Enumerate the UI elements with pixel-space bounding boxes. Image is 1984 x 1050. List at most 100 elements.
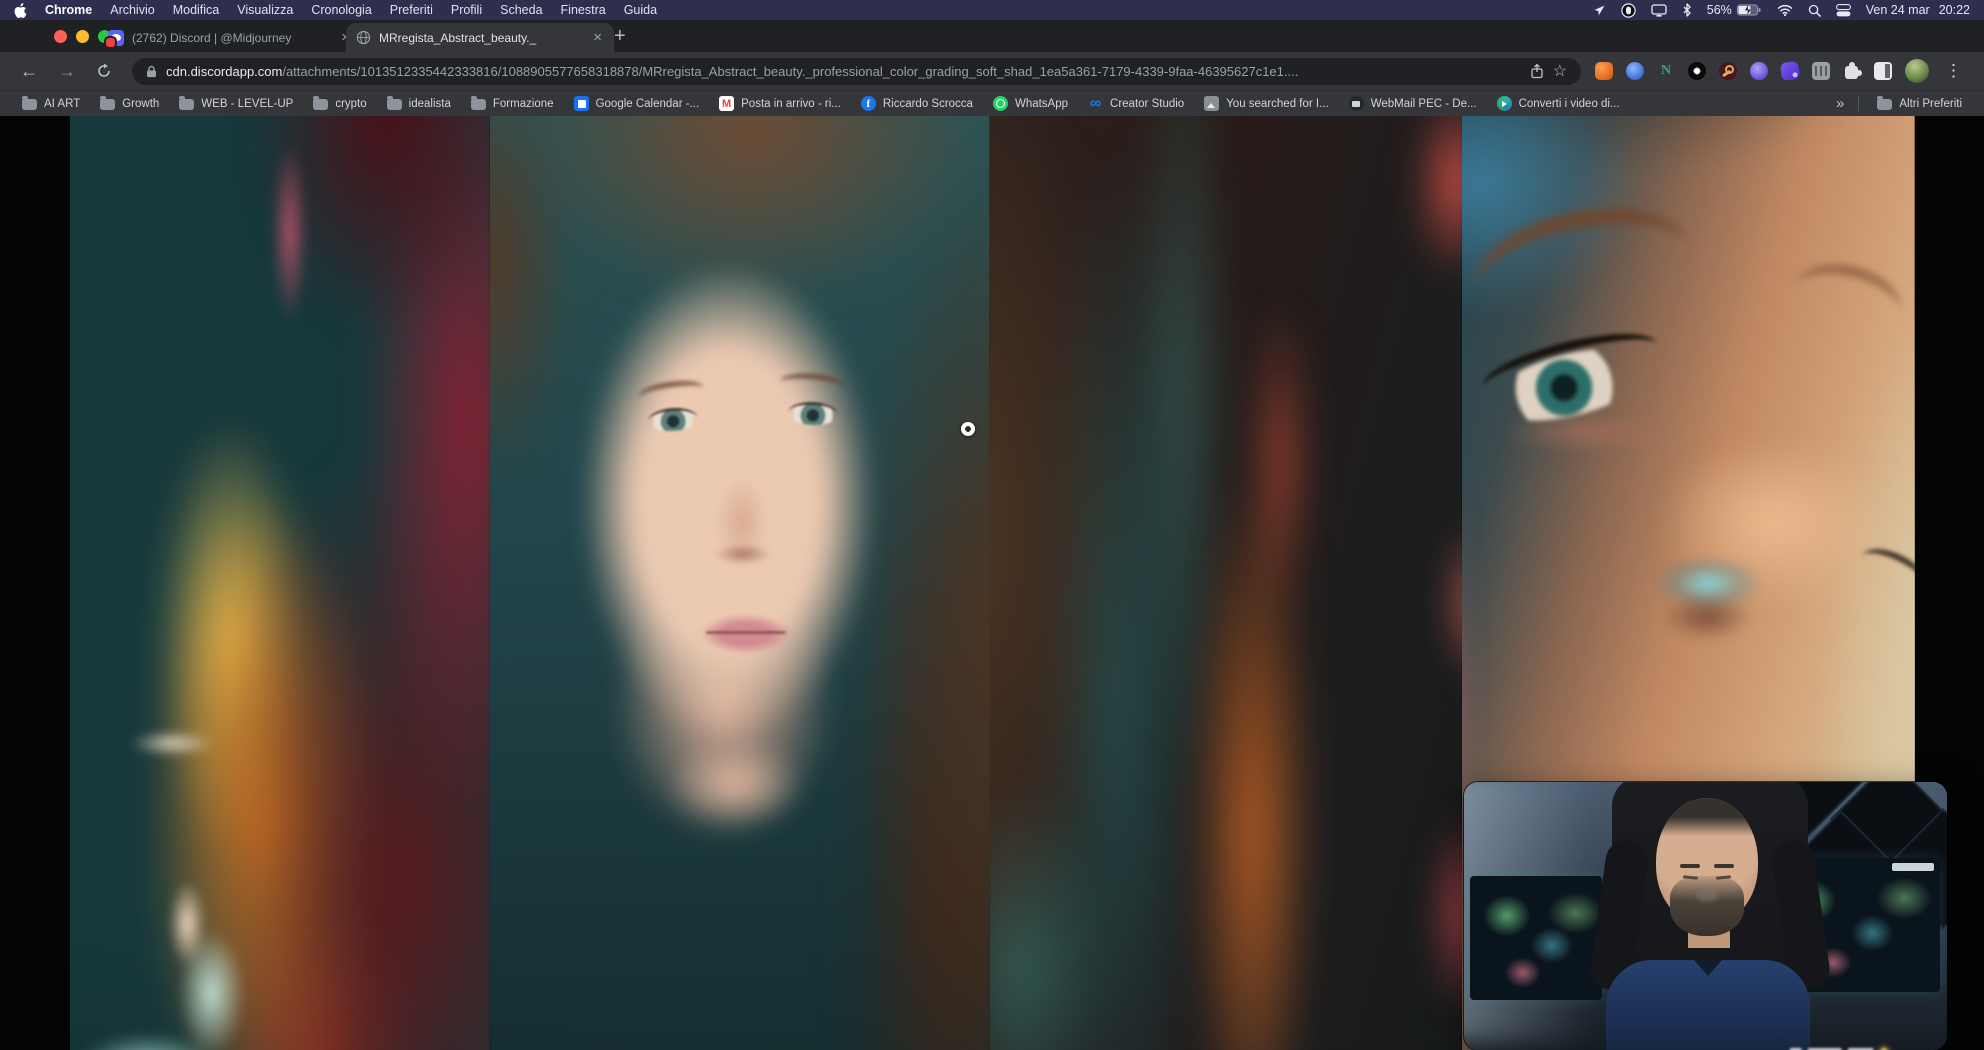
share-icon[interactable] — [1530, 63, 1544, 79]
bookmark-label: Formazione — [493, 98, 554, 110]
wifi-icon[interactable] — [1777, 4, 1793, 16]
folder-icon — [100, 99, 115, 110]
chrome-menu-icon[interactable]: ⋮ — [1941, 61, 1966, 81]
menu-item-guida[interactable]: Guida — [624, 3, 657, 17]
tab-discord[interactable]: (2762) Discord | @Midjourney × — [98, 23, 362, 52]
other-bookmarks-folder[interactable]: Altri Preferiti — [1867, 97, 1972, 110]
extension-orange-icon[interactable] — [1595, 62, 1613, 80]
bookmark-star-icon[interactable]: ☆ — [1553, 61, 1567, 81]
minimize-window-button[interactable] — [76, 30, 89, 43]
menu-bar-date[interactable]: Ven 24 mar — [1866, 3, 1930, 17]
facebook-icon: f — [861, 96, 876, 111]
bookmark-label: Growth — [122, 98, 159, 110]
menu-item-archivio[interactable]: Archivio — [110, 3, 154, 17]
folder-icon — [22, 99, 37, 110]
extension-violet-icon[interactable] — [1780, 61, 1800, 81]
menu-item-finestra[interactable]: Finestra — [561, 3, 606, 17]
extension-blue-waves-icon[interactable] — [1626, 62, 1644, 80]
battery-status[interactable]: 56% — [1707, 3, 1762, 17]
bookmark-growth[interactable]: Growth — [90, 97, 169, 110]
apple-logo-icon[interactable] — [14, 3, 27, 18]
menu-item-modifica[interactable]: Modifica — [173, 3, 220, 17]
menu-item-scheda[interactable]: Scheda — [500, 3, 542, 17]
folder-icon — [471, 99, 486, 110]
spotlight-search-icon[interactable] — [1808, 4, 1821, 17]
folder-icon — [313, 99, 328, 110]
macos-menu-bar: Chrome Archivio Modifica Visualizza Cronolog… — [0, 0, 1984, 20]
extensions-row: N — [1595, 59, 1929, 83]
keyboard-grid-extension-icon[interactable] — [1812, 62, 1830, 80]
bookmark-webmail-pec-de[interactable]: WebMail PEC - De... — [1339, 96, 1487, 111]
artwork-panel-portrait — [490, 116, 990, 1050]
extensions-puzzle-icon[interactable] — [1843, 62, 1861, 80]
bookmark-label: AI ART — [44, 98, 80, 110]
bookmark-formazione[interactable]: Formazione — [461, 97, 564, 110]
bookmark-creator-studio[interactable]: ∞ Creator Studio — [1078, 96, 1194, 111]
bookmark-converti-i-video-di[interactable]: Converti i video di... — [1487, 96, 1630, 111]
bookmarks-overflow-chevron[interactable]: » — [1830, 95, 1850, 112]
back-button[interactable]: ← — [20, 62, 38, 80]
menu-item-chrome[interactable]: Chrome — [45, 3, 92, 17]
artwork-panel-abstract-left — [70, 116, 490, 1050]
bookmark-idealista[interactable]: idealista — [377, 97, 461, 110]
bookmarks-bar: AI ART Growth WEB - LEVEL-UP cryptoidealist… — [0, 90, 1984, 116]
folder-icon — [1877, 99, 1892, 110]
url-path: /attachments/1013512335442333816/1088905… — [282, 64, 1298, 79]
tab-title: MRregista_Abstract_beauty._ — [379, 31, 583, 45]
bookmark-label: Altri Preferiti — [1899, 98, 1962, 110]
folder-icon — [179, 99, 194, 110]
forward-button[interactable]: → — [58, 62, 76, 80]
bluetooth-icon[interactable] — [1682, 3, 1692, 17]
bookmark-web-level-up[interactable]: WEB - LEVEL-UP — [169, 97, 303, 110]
chrome-window: (2762) Discord | @Midjourney × MRregista… — [0, 20, 1984, 1050]
extension-green-n-icon[interactable]: N — [1657, 62, 1675, 80]
menu-bar-clock[interactable]: 20:22 — [1939, 3, 1970, 17]
tab-title: (2762) Discord | @Midjourney — [132, 31, 331, 45]
bookmark-you-searched-for-i[interactable]: You searched for I... — [1194, 96, 1339, 111]
bookmark-crypto[interactable]: crypto — [303, 97, 376, 110]
password-key-extension-icon[interactable] — [1719, 62, 1737, 80]
bookmark-google-calendar[interactable]: Google Calendar -... — [564, 96, 710, 111]
close-window-button[interactable] — [54, 30, 67, 43]
address-bar[interactable]: cdn.discordapp.com/attachments/101351233… — [132, 58, 1581, 85]
menu-item-preferiti[interactable]: Preferiti — [390, 3, 433, 17]
lock-icon[interactable] — [146, 65, 157, 78]
new-tab-button[interactable]: + — [608, 22, 632, 51]
maildark-icon — [1349, 96, 1364, 111]
location-arrow-icon[interactable] — [1593, 4, 1606, 17]
reload-button[interactable] — [96, 63, 112, 79]
meta-icon: ∞ — [1088, 96, 1103, 111]
close-tab-icon[interactable]: × — [591, 29, 604, 46]
screenshot-root: { "theme": { "menubar_bg": "#2f2e4f", "t… — [0, 0, 1984, 1050]
bookmark-label: WebMail PEC - De... — [1371, 98, 1477, 110]
bookmark-label: WEB - LEVEL-UP — [201, 98, 293, 110]
webcam-overlay — [1464, 782, 1947, 1050]
gmail-icon: M — [719, 96, 734, 111]
bookmark-label: Creator Studio — [1110, 98, 1184, 110]
battery-percentage: 56% — [1707, 3, 1732, 17]
screen-record-icon[interactable] — [1621, 3, 1636, 18]
menu-item-profili[interactable]: Profili — [451, 3, 482, 17]
menu-item-cronologia[interactable]: Cronologia — [311, 3, 371, 17]
bookmark-ai-art[interactable]: AI ART — [12, 97, 90, 110]
tab-strip: (2762) Discord | @Midjourney × MRregista… — [0, 20, 1984, 52]
background-monitor-left — [1470, 876, 1602, 1000]
side-panel-icon[interactable] — [1874, 62, 1892, 80]
calendar-icon — [574, 96, 589, 111]
extension-black-circle-icon[interactable] — [1688, 62, 1706, 80]
menu-item-visualizza[interactable]: Visualizza — [237, 3, 293, 17]
extension-purple-icon[interactable] — [1750, 62, 1768, 80]
globe-favicon-icon — [356, 30, 371, 45]
bookmark-riccardo-scrocca[interactable]: fRiccardo Scrocca — [851, 96, 983, 111]
profile-avatar-icon[interactable] — [1905, 59, 1929, 83]
bookmark-label: Google Calendar -... — [596, 98, 700, 110]
photos-icon — [1204, 96, 1219, 111]
bookmark-posta-in-arrivo-ri[interactable]: MPosta in arrivo - ri... — [709, 96, 851, 111]
bookmark-label: WhatsApp — [1015, 98, 1068, 110]
mouse-cursor — [961, 422, 975, 436]
display-mirroring-icon[interactable] — [1651, 4, 1667, 17]
tab-image-attachment[interactable]: MRregista_Abstract_beauty._ × — [346, 23, 614, 52]
control-strip-icon[interactable] — [1836, 4, 1851, 17]
url-text: cdn.discordapp.com/attachments/101351233… — [166, 64, 1521, 79]
bookmark-whatsapp[interactable]: WhatsApp — [983, 96, 1078, 111]
